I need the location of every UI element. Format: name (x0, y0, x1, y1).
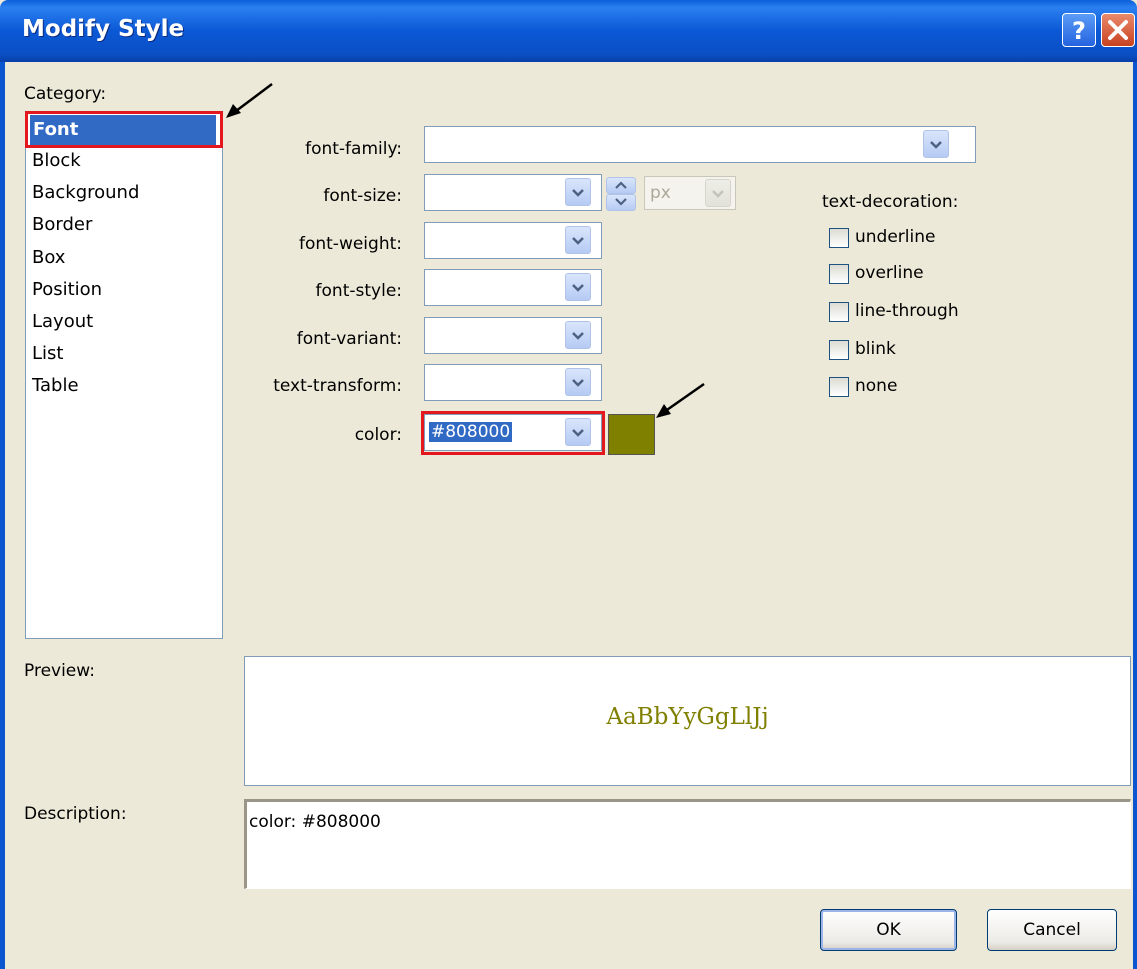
cancel-button[interactable]: Cancel (987, 909, 1117, 951)
category-item-table[interactable]: Table (32, 371, 79, 401)
preview-label: Preview: (24, 661, 95, 681)
chevron-down-icon (572, 379, 584, 387)
window-frame-right (1133, 62, 1137, 969)
blink-label[interactable]: blink (855, 339, 896, 359)
none-checkbox[interactable] (829, 377, 849, 397)
category-item-box[interactable]: Box (32, 243, 65, 273)
help-button[interactable]: ? (1062, 13, 1096, 47)
font-size-label: font-size: (323, 186, 402, 206)
close-button[interactable] (1101, 13, 1135, 47)
svg-text:?: ? (1072, 17, 1086, 45)
chevron-down-icon (572, 189, 584, 197)
category-item-position[interactable]: Position (32, 275, 102, 305)
none-label[interactable]: none (855, 376, 897, 396)
category-item-block[interactable]: Block (32, 146, 81, 176)
text-transform-dropdown-button[interactable] (565, 368, 591, 396)
underline-label[interactable]: underline (855, 227, 935, 247)
text-transform-label: text-transform: (273, 376, 402, 396)
font-variant-select[interactable] (424, 317, 602, 354)
font-weight-select[interactable] (424, 222, 602, 259)
overline-label[interactable]: overline (855, 263, 924, 283)
category-item-list[interactable]: List (32, 339, 63, 369)
highlight-box-color (421, 411, 605, 455)
arrow-pointer-category (226, 83, 273, 118)
color-swatch-button[interactable] (608, 414, 655, 455)
font-variant-label: font-variant: (296, 329, 402, 349)
underline-checkbox[interactable] (829, 228, 849, 248)
text-decoration-label: text-decoration: (822, 192, 959, 212)
overline-checkbox[interactable] (829, 264, 849, 284)
color-label: color: (354, 425, 402, 445)
window-title: Modify Style (22, 16, 185, 42)
font-family-label: font-family: (305, 139, 402, 159)
description-text: color: #808000 (249, 812, 381, 832)
category-item-border[interactable]: Border (32, 210, 92, 240)
spin-down-button[interactable] (606, 194, 636, 211)
blink-checkbox[interactable] (829, 340, 849, 360)
font-family-dropdown-button[interactable] (923, 130, 949, 158)
category-item-layout[interactable]: Layout (32, 307, 93, 337)
line-through-checkbox[interactable] (829, 302, 849, 322)
font-size-select[interactable] (424, 174, 602, 211)
font-style-label: font-style: (315, 281, 402, 301)
font-size-unit-select: px (644, 176, 736, 210)
spin-up-button[interactable] (606, 177, 636, 194)
close-icon (1108, 20, 1128, 40)
font-weight-dropdown-button[interactable] (565, 226, 591, 254)
preview-box: AaBbYyGgLlJj (244, 656, 1131, 786)
window-frame-left (0, 62, 5, 969)
ok-button[interactable]: OK (820, 909, 957, 951)
font-style-dropdown-button[interactable] (565, 273, 591, 301)
font-style-select[interactable] (424, 269, 602, 306)
unit-dropdown-button (705, 179, 731, 207)
chevron-down-icon (930, 141, 942, 149)
preview-sample-text: AaBbYyGgLlJj (606, 704, 769, 730)
line-through-label[interactable]: line-through (855, 301, 959, 321)
chevron-down-icon (712, 190, 724, 198)
description-label: Description: (24, 804, 127, 824)
category-item-background[interactable]: Background (32, 178, 139, 208)
help-icon: ? (1072, 17, 1086, 45)
font-family-select[interactable] (424, 126, 976, 163)
text-transform-select[interactable] (424, 364, 602, 401)
chevron-down-icon (615, 198, 627, 206)
chevron-down-icon (572, 332, 584, 340)
font-size-dropdown-button[interactable] (565, 178, 591, 206)
font-size-unit-value: px (650, 183, 671, 203)
description-box: color: #808000 (244, 799, 1131, 889)
chevron-down-icon (572, 284, 584, 292)
font-weight-label: font-weight: (298, 234, 402, 254)
arrow-pointer-color (656, 382, 705, 418)
font-size-spinner[interactable] (606, 177, 636, 211)
category-label: Category: (24, 84, 107, 104)
chevron-down-icon (572, 237, 584, 245)
title-bar[interactable]: Modify Style ? (0, 0, 1137, 62)
font-variant-dropdown-button[interactable] (565, 321, 591, 349)
chevron-up-icon (615, 181, 627, 189)
